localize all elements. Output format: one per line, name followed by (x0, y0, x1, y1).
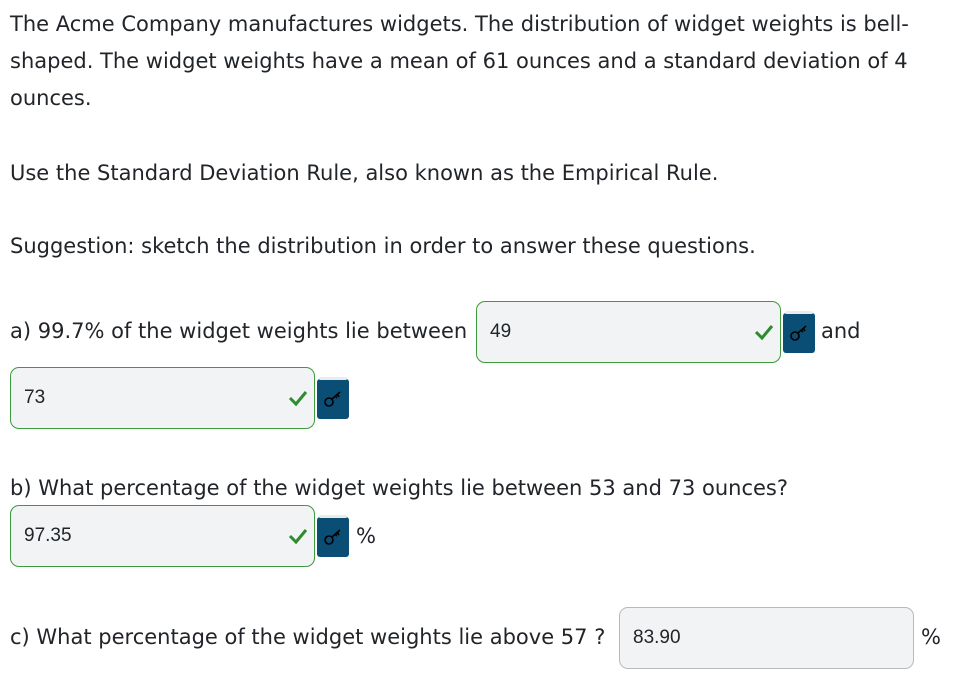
problem-intro: The Acme Company manufactures widgets. T… (10, 12, 909, 110)
checkmark-icon (288, 529, 308, 545)
key-icon (324, 529, 341, 545)
part-c-unit: % (921, 625, 941, 649)
checkmark-icon (288, 391, 308, 407)
part-b-value: 97.35 (24, 525, 72, 546)
part-a-lower-key-button[interactable] (783, 311, 815, 353)
part-b-key-button[interactable] (317, 515, 349, 557)
suggestion-text: Suggestion: sketch the distribution in o… (10, 234, 756, 258)
key-icon (324, 391, 341, 407)
part-a-upper-input[interactable]: 73 (10, 367, 315, 429)
part-a-lower-input[interactable]: 49 (476, 301, 781, 363)
part-c-prompt: c) What percentage of the widget weights… (10, 625, 606, 649)
part-a-upper-value: 73 (24, 387, 46, 408)
part-c-input[interactable]: 83.90 (619, 607, 914, 669)
part-b-prompt: b) What percentage of the widget weights… (10, 476, 788, 500)
rule-instruction: Use the Standard Deviation Rule, also kn… (10, 161, 719, 185)
part-a-connector: and (821, 319, 861, 343)
part-b-input[interactable]: 97.35 (10, 505, 315, 567)
checkmark-icon (754, 325, 774, 341)
key-icon (790, 325, 807, 341)
part-a-prompt: a) 99.7% of the widget weights lie betwe… (10, 319, 468, 343)
part-b-unit: % (356, 524, 376, 548)
part-c-value: 83.90 (633, 627, 681, 648)
part-a-lower-value: 49 (490, 321, 512, 342)
part-a-upper-key-button[interactable] (317, 377, 349, 419)
